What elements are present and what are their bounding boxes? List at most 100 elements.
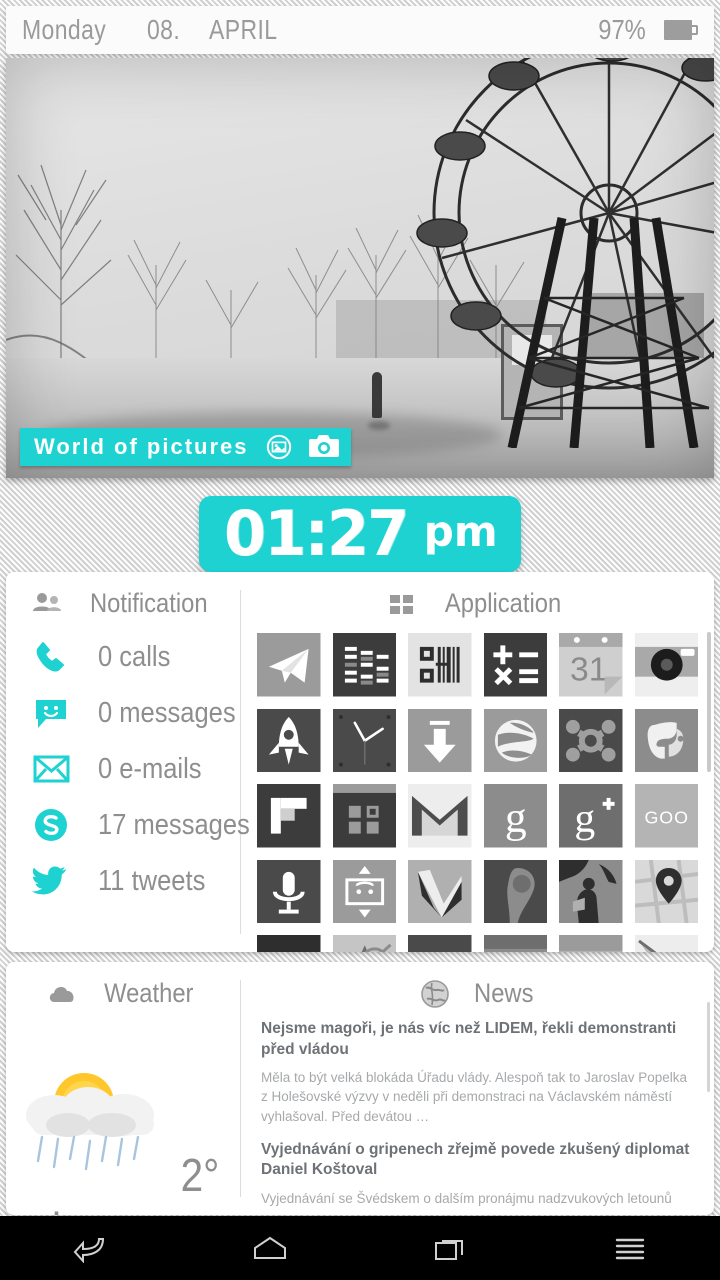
app-icon-flipboard[interactable]	[257, 784, 321, 848]
contacts-icon	[30, 589, 64, 619]
app-icon-calculator[interactable]	[483, 633, 547, 697]
status-date: 08.	[146, 14, 180, 45]
notification-item-calls[interactable]: 0 calls	[30, 629, 240, 685]
app-icon-voice-search[interactable]	[257, 859, 321, 923]
app-icon-widgets[interactable]	[332, 784, 396, 848]
app-icon-speech-app[interactable]	[559, 935, 623, 952]
app-icon-play-books[interactable]	[559, 859, 623, 923]
status-bar-date-group: Monday 08. APRIL	[22, 14, 594, 46]
notification-label: 11 tweets	[98, 864, 206, 897]
globe-icon	[418, 979, 452, 1009]
notification-section: Notification 0 calls 0 messages 0 e-mail…	[6, 572, 250, 952]
weather-section[interactable]: Weather 2°	[6, 962, 240, 1215]
app-icon-qr-scanner[interactable]	[408, 633, 472, 697]
app-icon-evernote[interactable]	[634, 708, 698, 772]
notification-item-tweets[interactable]: 11 tweets	[30, 853, 240, 909]
nav-menu-button[interactable]	[540, 1216, 720, 1280]
skype-icon	[30, 804, 76, 846]
svg-text:GOO: GOO	[644, 808, 689, 828]
home-icon	[252, 1234, 288, 1262]
notification-label: 0 messages	[98, 696, 236, 729]
status-day: Monday	[22, 14, 107, 45]
news-article[interactable]: Vyjednávání o gripenech zřejmě povede zk…	[261, 1140, 692, 1208]
camera-icon[interactable]	[308, 434, 339, 460]
app-icon-google-maps[interactable]	[634, 859, 698, 923]
app-icon-calendar[interactable]: 31	[559, 633, 623, 697]
notification-label: 17 messages	[98, 808, 250, 841]
app-icon-drawing[interactable]	[332, 935, 396, 952]
app-icon-chrome[interactable]	[408, 935, 472, 952]
notification-header: Notification	[6, 572, 240, 619]
weather-temperature: 2°	[180, 1149, 220, 1201]
news-article[interactable]: Nejsme magoři, je nás víc než LIDEM, řek…	[261, 1019, 692, 1126]
weather-title: Weather	[104, 978, 194, 1008]
app-icon-google[interactable]: g	[483, 784, 547, 848]
notification-list: 0 calls 0 messages 0 e-mails 17 messages…	[6, 619, 250, 909]
notification-item-emails[interactable]: 0 e-mails	[30, 741, 240, 797]
app-icon-download[interactable]	[408, 708, 472, 772]
application-scrollbar[interactable]	[707, 632, 711, 772]
photo-widget[interactable]: World of pictures	[6, 58, 714, 478]
google-letter-text: g	[504, 794, 526, 842]
status-bar-battery-group: 97%	[594, 14, 698, 46]
app-icon-paper-plane[interactable]	[257, 633, 321, 697]
email-icon	[30, 748, 76, 790]
app-icon-clock[interactable]	[332, 708, 396, 772]
news-scrollbar[interactable]	[707, 1002, 710, 1092]
weather-header: Weather	[6, 962, 240, 1009]
clock-widget[interactable]: 01:27 pm	[199, 496, 521, 572]
status-bar[interactable]: Monday 08. APRIL 97%	[6, 6, 714, 54]
menu-icon	[614, 1235, 646, 1261]
app-icon-avast[interactable]	[559, 708, 623, 772]
sms-icon	[30, 692, 76, 734]
application-title: Application	[445, 588, 562, 618]
notification-item-messages[interactable]: 0 messages	[30, 685, 240, 741]
notification-label: 0 e-mails	[98, 752, 202, 785]
weather-news-panel: Weather 2° News Nejsme magoři, je nás ví…	[6, 962, 714, 1215]
calendar-day-text: 31	[570, 651, 608, 689]
nav-recents-button[interactable]	[360, 1216, 540, 1280]
weather-condition: rain	[16, 1202, 84, 1215]
app-icon-equalizer[interactable]	[332, 633, 396, 697]
nav-back-button[interactable]	[0, 1216, 180, 1280]
photo-image	[6, 58, 714, 478]
gallery-icon[interactable]	[265, 434, 293, 460]
app-icon-map-pin[interactable]	[483, 859, 547, 923]
app-icon-goo-gl[interactable]: GOO	[634, 784, 698, 848]
app-icon-circle-app[interactable]	[483, 935, 547, 952]
application-grid: 31 g g GOO	[241, 619, 714, 952]
nav-home-button[interactable]	[180, 1216, 360, 1280]
notification-item-skype[interactable]: 17 messages	[30, 797, 250, 853]
application-section: Application 31 g g GOO	[241, 572, 714, 952]
app-icon-keyboard[interactable]	[257, 935, 321, 952]
grid-icon	[385, 589, 419, 619]
application-header: Application	[241, 572, 714, 619]
photo-widget-label[interactable]: World of pictures	[20, 428, 351, 466]
notification-application-panel: Notification 0 calls 0 messages 0 e-mail…	[6, 572, 714, 952]
clock-time: 01:27	[224, 497, 410, 570]
app-icon-checkmark[interactable]	[408, 859, 472, 923]
svg-text:g: g	[574, 796, 595, 842]
app-icon-google-earth[interactable]	[483, 708, 547, 772]
app-icon-screen-resize[interactable]	[332, 859, 396, 923]
sun-behind-rain-cloud-icon	[12, 1063, 190, 1173]
battery-percent-label: 97%	[598, 14, 646, 45]
ferris-wheel	[394, 58, 714, 448]
person-silhouette	[372, 372, 382, 418]
photo-label-text: World of pictures	[34, 434, 249, 459]
notification-title: Notification	[90, 588, 208, 618]
app-icon-pencil[interactable]	[634, 935, 698, 952]
battery-icon	[664, 20, 698, 40]
phone-icon	[30, 636, 76, 678]
twitter-icon	[30, 860, 76, 902]
app-icon-rocket[interactable]	[257, 708, 321, 772]
app-icon-gmail[interactable]	[408, 784, 472, 848]
android-navigation-bar	[0, 1216, 720, 1280]
status-month: APRIL	[209, 14, 278, 45]
back-icon	[73, 1233, 107, 1263]
news-article-title: Vyjednávání o gripenech zřejmě povede zk…	[261, 1140, 690, 1179]
app-icon-google-plus[interactable]: g	[559, 784, 623, 848]
notification-label: 0 calls	[98, 640, 171, 673]
app-icon-camera[interactable]	[634, 633, 698, 697]
news-title: News	[473, 978, 534, 1008]
